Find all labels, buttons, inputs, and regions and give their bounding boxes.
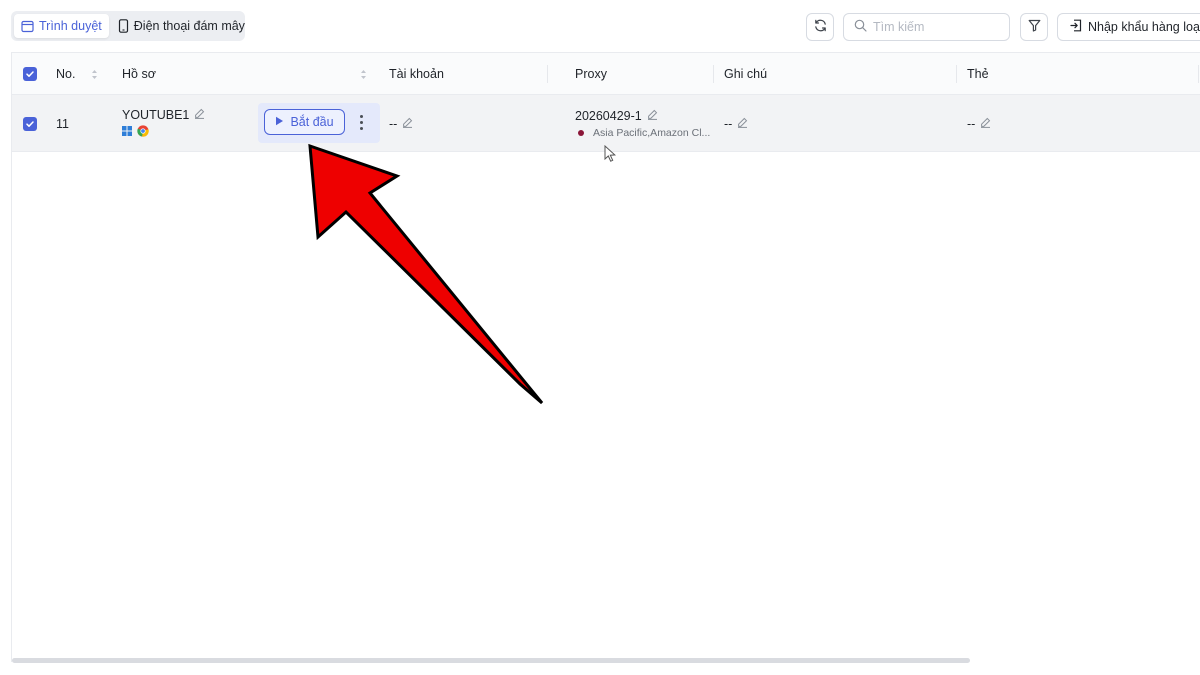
- note-value: --: [724, 116, 733, 131]
- tag-value: --: [967, 116, 976, 131]
- filter-icon: [1028, 19, 1041, 35]
- filter-button[interactable]: [1020, 13, 1048, 41]
- profile-cell: YOUTUBE1: [122, 95, 205, 152]
- start-button-label: Bắt đầu: [290, 115, 334, 129]
- column-profile-label: Hồ sơ: [122, 67, 156, 81]
- tab-browser[interactable]: Trình duyệt: [14, 14, 109, 38]
- table-row[interactable]: 11 YOUTUBE1 Bắt đầu -- 20260429-1 Asia P…: [12, 95, 1200, 152]
- column-account-label: Tài khoản: [389, 67, 444, 81]
- column-note-label: Ghi chú: [724, 67, 768, 81]
- play-icon: [275, 115, 284, 129]
- column-header-no[interactable]: No.: [56, 53, 106, 95]
- refresh-icon: [813, 18, 828, 36]
- row-select[interactable]: [23, 95, 37, 152]
- pencil-icon[interactable]: [980, 117, 991, 131]
- pencil-icon[interactable]: [647, 109, 658, 123]
- sort-icon[interactable]: [360, 69, 367, 80]
- column-divider[interactable]: [713, 65, 714, 83]
- column-tag-label: Thẻ: [967, 67, 989, 81]
- bulk-import-label: Nhập khẩu hàng loạt: [1088, 20, 1200, 34]
- tab-cloud-phone[interactable]: Điện thoại đám mây: [111, 14, 252, 38]
- column-no-label: No.: [56, 67, 76, 81]
- column-divider[interactable]: [956, 65, 957, 83]
- top-toolbar: Trình duyệt Điện thoại đám mây Nhập khẩu…: [0, 0, 1200, 52]
- sort-icon[interactable]: [91, 69, 98, 80]
- search-input[interactable]: [873, 20, 1003, 34]
- column-header-tag: Thẻ: [967, 53, 1167, 95]
- proxy-cell: 20260429-1 Asia Pacific,Amazon Cl...: [575, 95, 710, 152]
- table-header: No. Hồ sơ Tài khoản Proxy Ghi chú Thẻ: [12, 53, 1200, 95]
- select-all-checkbox[interactable]: [23, 67, 37, 81]
- column-header-note: Ghi chú: [724, 53, 944, 95]
- windows-icon: [122, 125, 132, 139]
- pencil-icon[interactable]: [194, 108, 205, 122]
- column-header-proxy: Proxy: [575, 53, 705, 95]
- pencil-icon[interactable]: [737, 117, 748, 131]
- view-switcher: Trình duyệt Điện thoại đám mây: [11, 11, 245, 41]
- refresh-button[interactable]: [806, 13, 834, 41]
- search-box[interactable]: [843, 13, 1010, 41]
- import-icon: [1070, 19, 1082, 35]
- browser-window-icon: [21, 20, 34, 33]
- column-proxy-label: Proxy: [575, 67, 607, 81]
- column-header-account: Tài khoản: [389, 53, 539, 95]
- header-select-all[interactable]: [23, 53, 37, 95]
- column-divider[interactable]: [1198, 65, 1199, 83]
- phone-icon: [118, 19, 129, 33]
- start-button[interactable]: Bắt đầu: [264, 109, 345, 135]
- column-divider[interactable]: [547, 65, 548, 83]
- more-vertical-icon[interactable]: [353, 111, 369, 133]
- account-value: --: [389, 116, 398, 131]
- pencil-icon[interactable]: [402, 117, 413, 131]
- proxy-name: 20260429-1: [575, 108, 642, 123]
- account-cell: --: [389, 95, 413, 152]
- row-checkbox[interactable]: [23, 116, 37, 131]
- profile-table: No. Hồ sơ Tài khoản Proxy Ghi chú Thẻ 11…: [11, 52, 1200, 662]
- tag-cell: --: [967, 95, 991, 152]
- column-header-profile[interactable]: Hồ sơ: [122, 53, 375, 95]
- profile-name: YOUTUBE1: [122, 107, 190, 122]
- bottom-bar: [0, 663, 1200, 675]
- row-actions: Bắt đầu: [258, 103, 380, 143]
- mouse-cursor-icon: [604, 144, 618, 166]
- row-no: 11: [56, 116, 69, 131]
- note-cell: --: [724, 95, 748, 152]
- proxy-status-dot: [578, 129, 584, 136]
- tab-cloud-phone-label: Điện thoại đám mây: [133, 19, 245, 33]
- tab-browser-label: Trình duyệt: [39, 19, 102, 33]
- proxy-region: Asia Pacific,Amazon Cl...: [593, 126, 711, 139]
- bulk-import-button[interactable]: Nhập khẩu hàng loạt: [1057, 13, 1200, 41]
- chrome-icon: [137, 124, 149, 140]
- search-icon: [854, 19, 867, 35]
